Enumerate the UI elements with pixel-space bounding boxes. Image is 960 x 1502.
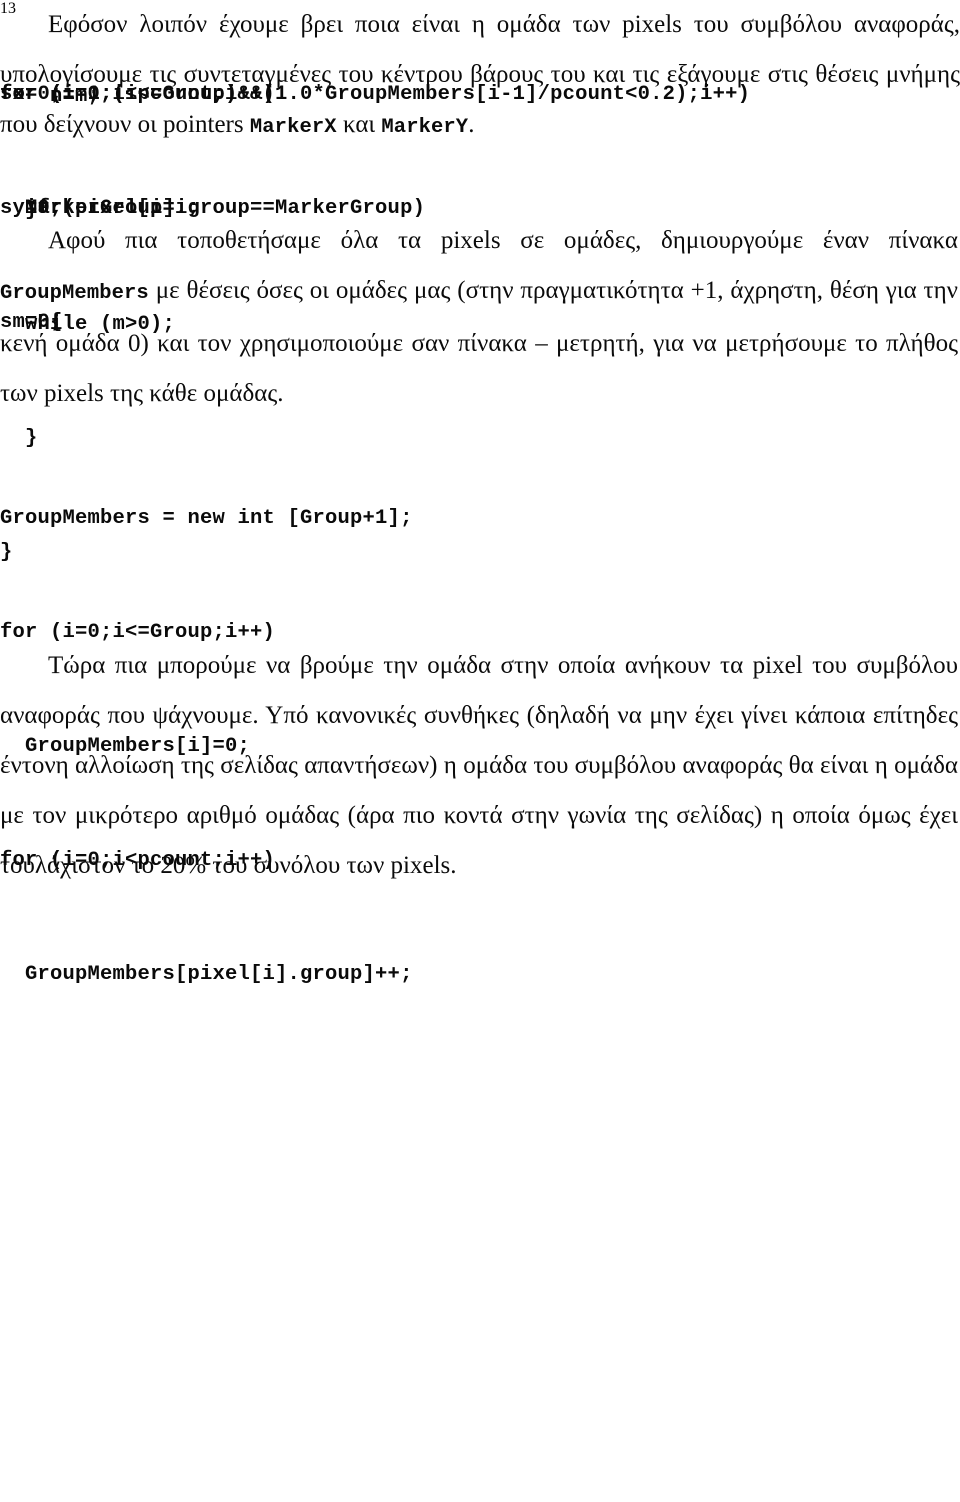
- paragraph-text-segment: .: [468, 111, 475, 138]
- document-page: n=m; } while (m>0); } } Αφού πια τοποθετ…: [0, 0, 960, 1502]
- page-number: 13: [0, 0, 16, 17]
- code-line: GroupMembers[pixel[i].group]++;: [0, 963, 413, 986]
- code-line: GroupMembers = new int [Group+1];: [0, 507, 413, 530]
- code-line: {: [0, 311, 63, 334]
- code-line: for (i=0;i<pcount;i++): [0, 83, 276, 106]
- code-block-centroid-loop: for (i=0;i<pcount;i++) if (pixel[i].grou…: [0, 0, 425, 418]
- paragraph-marker-group-explanation: Τώρα πια μπορούμε να βρούμε την ομάδα στ…: [0, 652, 958, 879]
- code-line: if (pixel[i].group==MarkerGroup): [0, 197, 426, 220]
